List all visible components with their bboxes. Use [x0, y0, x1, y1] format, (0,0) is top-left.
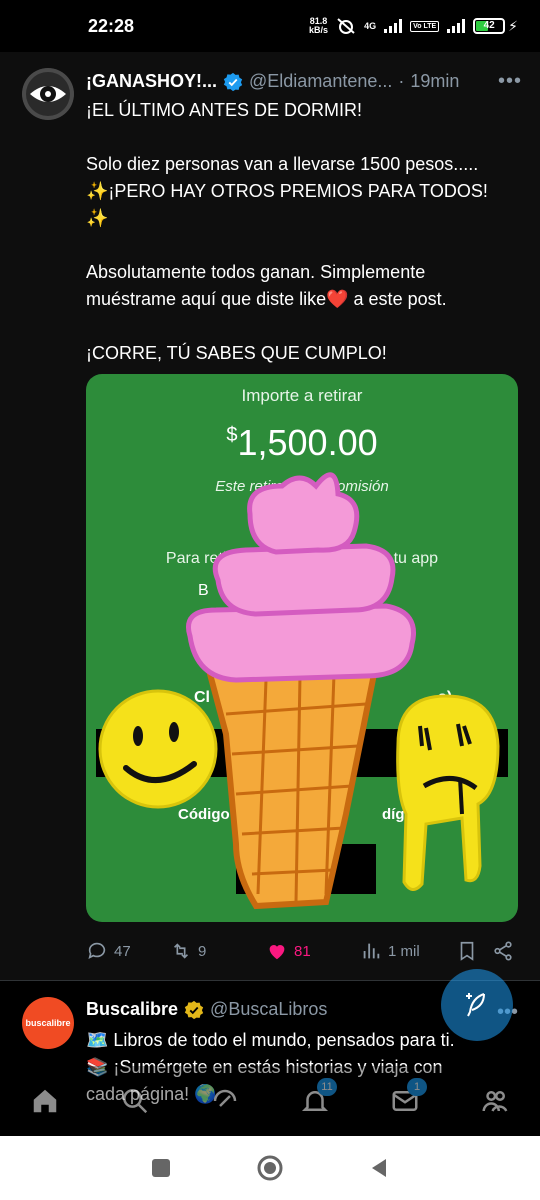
- nav-communities[interactable]: [465, 1076, 525, 1126]
- signal-icon: [384, 19, 403, 33]
- nav-home[interactable]: [15, 1076, 75, 1126]
- tweet-header: Buscalibre @BuscaLibros: [86, 999, 327, 1020]
- tweet-image[interactable]: Importe a retirar $1,500.00 Este retiro …: [86, 374, 518, 922]
- avatar[interactable]: buscalibre: [22, 997, 74, 1049]
- status-time: 22:28: [88, 15, 135, 36]
- nav-messages[interactable]: 1: [375, 1076, 435, 1126]
- search-icon: [123, 1089, 148, 1114]
- bottom-nav: 11 1: [0, 1066, 540, 1136]
- more-options-icon[interactable]: •••: [498, 70, 522, 93]
- bookmark-icon: [460, 941, 474, 961]
- compose-button[interactable]: [441, 969, 513, 1041]
- messages-badge: 1: [407, 1078, 427, 1096]
- bookmark-button[interactable]: [456, 940, 492, 962]
- alarm-off-icon: [337, 18, 355, 34]
- signal-icon-2: [447, 19, 466, 33]
- home-button-icon[interactable]: [256, 1154, 284, 1182]
- like-button[interactable]: 81: [266, 940, 360, 962]
- eye-logo-icon: [22, 68, 74, 120]
- share-button[interactable]: [492, 940, 516, 962]
- author-name[interactable]: Buscalibre: [86, 999, 178, 1020]
- nav-notifications[interactable]: 11: [285, 1076, 345, 1126]
- status-icons: 81.8 kB/s 4G Vo LTE 42 ⚡: [309, 17, 518, 35]
- tweet-actions: 47 9 81 1 mil: [86, 938, 522, 964]
- notifications-badge: 11: [317, 1078, 337, 1096]
- tweet-time: 19min: [410, 71, 460, 91]
- avatar[interactable]: [22, 68, 74, 120]
- ice-cream-cone-drawing: [98, 472, 500, 910]
- smiley-face-icon: [98, 689, 218, 809]
- tweet[interactable]: ¡GANASHOY!... @Eldiamantene... · 19min •…: [0, 52, 540, 980]
- battery-icon: 42 ⚡: [473, 18, 518, 35]
- status-bar: 22:28 81.8 kB/s 4G Vo LTE 42 ⚡: [0, 0, 540, 52]
- author-handle[interactable]: @BuscaLibros: [210, 999, 327, 1020]
- reply-button[interactable]: 47: [86, 940, 170, 962]
- author-handle[interactable]: @Eldiamantene...: [249, 71, 392, 92]
- tweet-text: ¡EL ÚLTIMO ANTES DE DORMIR! Solo diez pe…: [86, 100, 488, 363]
- author-name[interactable]: ¡GANASHOY!...: [86, 71, 217, 92]
- retweet-icon: [173, 943, 189, 959]
- spaces-icon: [213, 1089, 237, 1107]
- melting-face-icon: [396, 694, 500, 891]
- home-icon: [33, 1089, 57, 1113]
- reply-icon: [88, 942, 106, 959]
- volte-icon: Vo LTE: [410, 20, 440, 32]
- tweet-header: ¡GANASHOY!... @Eldiamantene... · 19min •…: [86, 70, 522, 93]
- compose-feather-icon: [466, 993, 485, 1017]
- back-button-icon[interactable]: [368, 1157, 390, 1179]
- heart-icon: [269, 945, 285, 960]
- verified-business-badge-icon: [184, 1000, 204, 1019]
- system-navigation-bar: [0, 1136, 540, 1200]
- share-icon: [494, 941, 512, 961]
- views-icon: [363, 943, 380, 959]
- nav-spaces[interactable]: [195, 1076, 255, 1126]
- views-button[interactable]: 1 mil: [360, 940, 456, 962]
- verified-badge-icon: [223, 72, 243, 91]
- retweet-button[interactable]: 9: [170, 940, 266, 962]
- network-speed: 81.8 kB/s: [309, 16, 329, 35]
- nav-search[interactable]: [105, 1076, 165, 1126]
- recents-button-icon[interactable]: [150, 1157, 172, 1179]
- communities-icon: [482, 1091, 508, 1112]
- network-type: 4G: [364, 21, 377, 31]
